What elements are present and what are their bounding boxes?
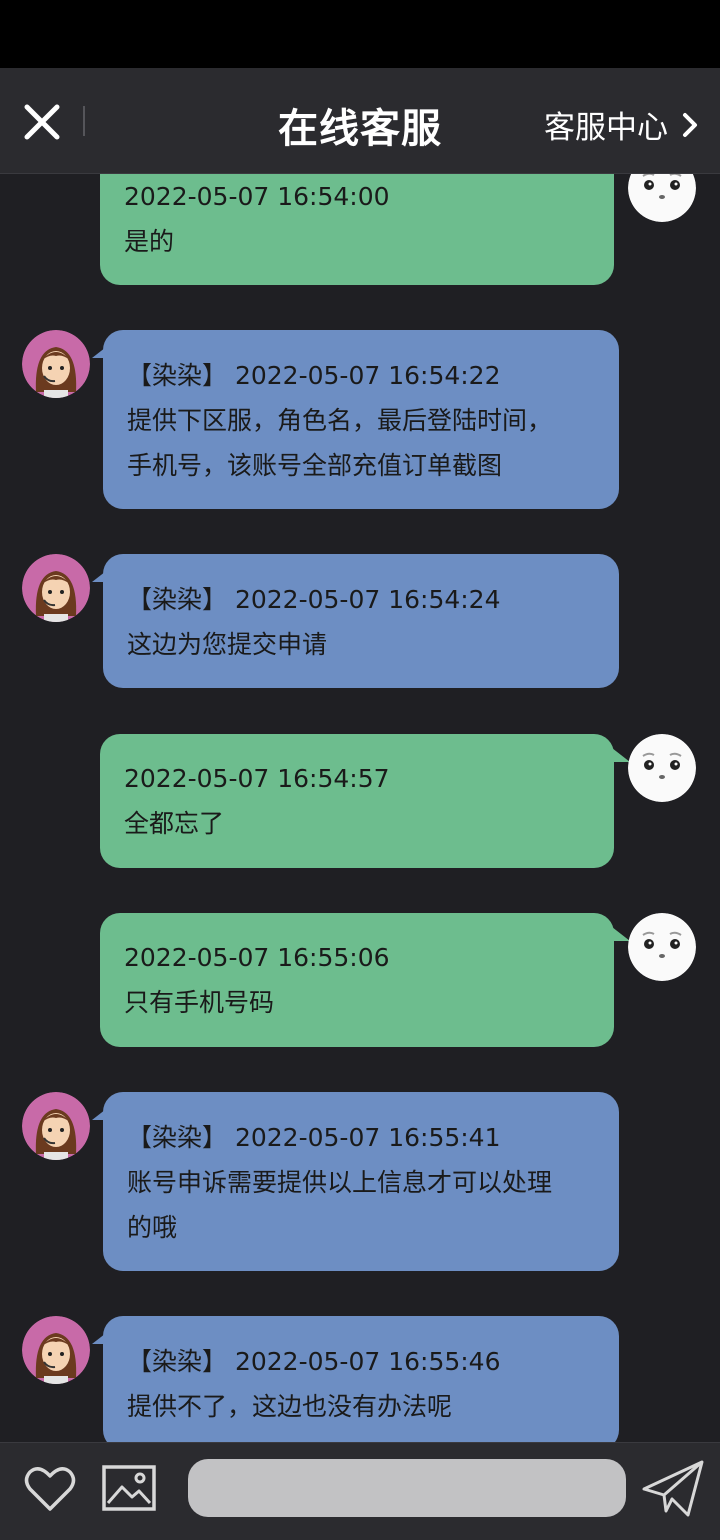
header: 在线客服 客服中心 — [0, 68, 720, 174]
message-text: 是的 — [124, 227, 175, 256]
user-avatar — [628, 734, 696, 802]
message-text: 这边为您提交申请 — [127, 630, 328, 659]
agent-name: 【染染】 — [127, 1347, 228, 1376]
message-bubble: 【染染】 2022-05-07 16:55:41 账号申诉需要提供以上信息才可以… — [103, 1092, 619, 1271]
bubble-tail — [612, 748, 630, 762]
heart-icon — [24, 1467, 76, 1511]
chat-list[interactable]: 2022-05-07 16:54:00 是的 【染染】 2022-05-07 1… — [0, 174, 720, 1442]
user-avatar — [628, 174, 696, 222]
message-input[interactable] — [188, 1459, 626, 1517]
message-text: 账号申诉需要提供以上信息才可以处理 的哦 — [127, 1168, 553, 1242]
chevron-right-icon — [683, 112, 697, 137]
bubble-tail — [612, 927, 630, 941]
message-timestamp: 2022-05-07 16:55:46 — [234, 1347, 501, 1376]
image-button[interactable] — [102, 1465, 156, 1515]
message-text: 全都忘了 — [124, 809, 225, 838]
message-header: 【染染】 2022-05-07 16:55:41 — [127, 1115, 595, 1160]
message-header: 【染染】 2022-05-07 16:54:22 — [127, 353, 595, 398]
agent-avatar — [22, 330, 90, 398]
user-avatar — [628, 913, 696, 981]
agent-name: 【染染】 — [127, 361, 228, 390]
agent-avatar — [22, 1092, 90, 1160]
message-timestamp: 2022-05-07 16:55:41 — [234, 1123, 501, 1152]
image-icon — [102, 1465, 156, 1511]
message-bubble: 2022-05-07 16:55:06 只有手机号码 — [100, 913, 614, 1047]
message-bubble: 【染染】 2022-05-07 16:54:22 提供下区服，角色名，最后登陆时… — [103, 330, 619, 509]
message-text: 提供不了，这边也没有办法呢 — [127, 1392, 453, 1421]
like-button[interactable] — [24, 1465, 76, 1517]
send-icon — [642, 1460, 704, 1517]
agent-avatar — [22, 1316, 90, 1384]
service-center-label: 客服中心 — [544, 110, 668, 146]
message-header: 【染染】 2022-05-07 16:54:24 — [127, 577, 595, 622]
message-bubble: 2022-05-07 16:54:00 是的 — [100, 174, 614, 285]
message-text: 提供下区服，角色名，最后登陆时间， 手机号，该账号全部充值订单截图 — [127, 406, 553, 480]
message-timestamp: 2022-05-07 16:54:24 — [234, 585, 501, 614]
message-bubble: 【染染】 2022-05-07 16:54:24 这边为您提交申请 — [103, 554, 619, 688]
message-timestamp: 2022-05-07 16:54:57 — [124, 764, 390, 793]
agent-avatar — [22, 554, 90, 622]
agent-name: 【染染】 — [127, 1123, 228, 1152]
send-button[interactable] — [642, 1459, 704, 1521]
agent-name: 【染染】 — [127, 585, 228, 614]
status-bar — [0, 0, 720, 68]
service-center-link[interactable]: 客服中心 — [544, 102, 698, 147]
message-timestamp: 2022-05-07 16:55:06 — [124, 943, 390, 972]
input-bar — [0, 1442, 720, 1540]
message-bubble: 【染染】 2022-05-07 16:55:46 提供不了，这边也没有办法呢 — [103, 1316, 619, 1442]
message-timestamp: 2022-05-07 16:54:22 — [234, 361, 501, 390]
message-timestamp: 2022-05-07 16:54:00 — [124, 182, 390, 211]
message-bubble: 2022-05-07 16:54:57 全都忘了 — [100, 734, 614, 868]
message-text: 只有手机号码 — [124, 988, 275, 1017]
message-header: 【染染】 2022-05-07 16:55:46 — [127, 1339, 595, 1384]
